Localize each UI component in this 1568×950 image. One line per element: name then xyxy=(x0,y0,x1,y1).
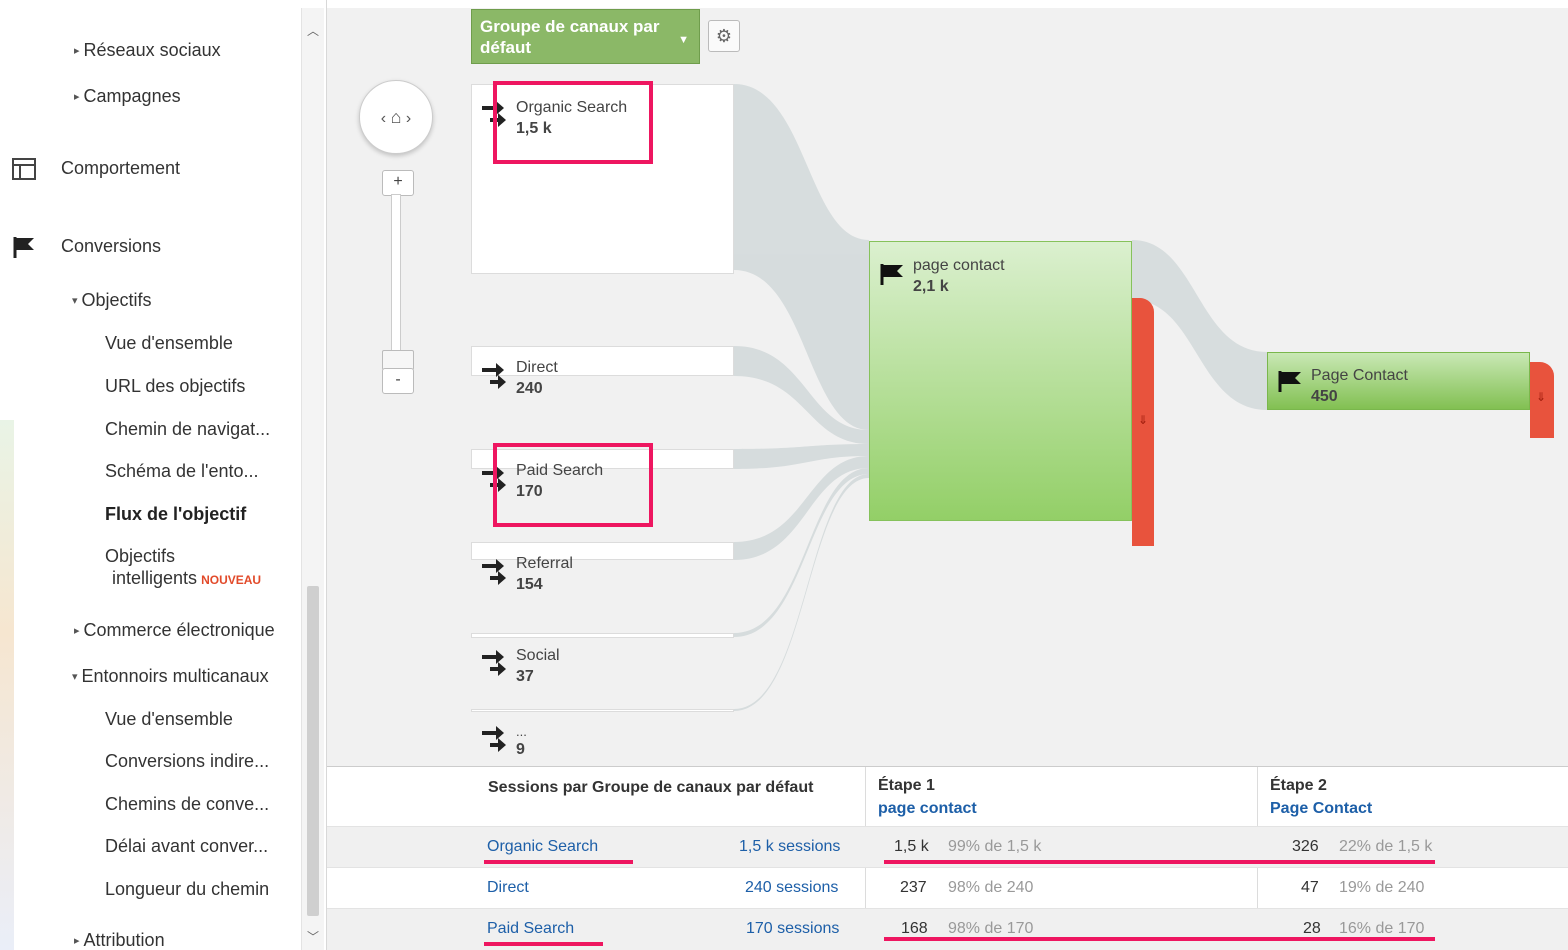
table-row: Direct 240 sessions 237 98% de 240 47 19… xyxy=(327,867,1568,909)
source-node-direct[interactable]: Direct 240 xyxy=(471,346,734,397)
sidebar-item-reseaux-sociaux[interactable]: ▸ Réseaux sociaux xyxy=(74,40,221,61)
step1-dropoff-bar[interactable]: ⇓ xyxy=(1132,298,1154,546)
sessions-count: 1,5 k sessions xyxy=(739,838,841,855)
pan-control[interactable]: ‹ ⌂ › xyxy=(359,80,433,154)
step1-percent: 98% de 240 xyxy=(948,879,1034,896)
sidebar-item-vue-ensemble[interactable]: Vue d'ensemble xyxy=(105,333,233,354)
table-header-step2-name: Page Contact xyxy=(1270,800,1373,817)
flag-icon xyxy=(13,237,34,258)
channel-link[interactable]: Direct xyxy=(487,879,529,897)
dropoff-arrow-icon: ⇓ xyxy=(1536,390,1547,404)
sidebar-item-objectifs-intelligents-line2[interactable]: intelligents NOUVEAU xyxy=(112,568,261,589)
dimension-selector-button[interactable]: Groupe de canaux par défaut ▼ xyxy=(471,9,700,64)
table-header-sessions: Sessions par Groupe de canaux par défaut xyxy=(488,779,814,796)
step1-count: 168 xyxy=(901,920,928,937)
sidebar-item-chemin-navigation[interactable]: Chemin de navigat... xyxy=(105,419,270,440)
pan-left-icon[interactable]: ‹ xyxy=(381,110,386,127)
sessions-count: 240 sessions xyxy=(745,879,839,896)
channel-link[interactable]: Paid Search xyxy=(487,920,574,938)
scroll-down-icon[interactable]: ﹀ xyxy=(302,928,324,945)
step1-count: 1,5 k xyxy=(894,838,929,855)
channel-arrows-icon xyxy=(482,363,506,389)
zoom-slider-handle[interactable] xyxy=(382,350,414,370)
highlight-underline xyxy=(884,860,1435,864)
chevron-down-icon: ▾ xyxy=(72,295,78,307)
chevron-down-icon: ▾ xyxy=(72,671,78,683)
channel-link[interactable]: Organic Search xyxy=(487,838,598,856)
sidebar-scrollbar[interactable]: ︿ ﹀ xyxy=(301,8,324,950)
sidebar-item-conversions-indirectes[interactable]: Conversions indire... xyxy=(105,751,269,772)
source-node-other[interactable]: ... 9 xyxy=(471,709,734,758)
sidebar-item-conversions[interactable]: Conversions xyxy=(61,236,161,257)
sidebar-item-mcf-vue-ensemble[interactable]: Vue d'ensemble xyxy=(105,709,233,730)
sessions-table: Sessions par Groupe de canaux par défaut… xyxy=(327,766,1568,950)
sidebar-item-comportement[interactable]: Comportement xyxy=(61,158,180,179)
sidebar-item-campagnes[interactable]: ▸ Campagnes xyxy=(74,86,181,107)
scrollbar-thumb[interactable] xyxy=(307,586,319,916)
sidebar-item-attribution[interactable]: ▸ Attribution xyxy=(74,930,165,950)
settings-gear-button[interactable]: ⚙ xyxy=(708,20,740,52)
source-node-referral[interactable]: Referral 154 xyxy=(471,542,734,593)
chevron-right-icon: ▸ xyxy=(74,935,80,947)
gear-icon: ⚙ xyxy=(715,26,733,46)
sidebar: ▸ Réseaux sociaux ▸ Campagnes Comportement… xyxy=(0,0,327,950)
highlight-paid-search xyxy=(493,443,653,527)
home-icon[interactable]: ⌂ xyxy=(391,107,402,127)
sidebar-item-objectifs-intelligents[interactable]: Objectifs xyxy=(105,546,175,567)
step2-dropoff-bar[interactable]: ⇓ xyxy=(1530,362,1554,438)
dropoff-arrow-icon: ⇓ xyxy=(1138,413,1149,427)
sidebar-item-objectifs[interactable]: ▾ Objectifs xyxy=(72,290,152,311)
sidebar-item-flux-objectif[interactable]: Flux de l'objectif xyxy=(105,504,246,525)
table-header-step1: Étape 1 xyxy=(878,777,935,794)
step1-node-page-contact[interactable]: page contact 2,1 k xyxy=(869,241,1132,521)
sidebar-item-commerce-electronique[interactable]: ▸ Commerce électronique xyxy=(74,620,275,641)
flag-icon xyxy=(880,264,903,285)
sidebar-item-schema-entonnoir[interactable]: Schéma de l'ento... xyxy=(105,461,259,482)
step1-count: 237 xyxy=(900,879,927,896)
table-header-step2: Étape 2 xyxy=(1270,777,1327,794)
source-node-social[interactable]: Social 37 xyxy=(471,633,734,685)
new-badge: NOUVEAU xyxy=(201,573,262,587)
step2-percent: 16% de 170 xyxy=(1339,920,1425,937)
highlight-organic-search xyxy=(493,81,653,164)
highlight-underline xyxy=(484,942,603,946)
zoom-out-button[interactable]: - xyxy=(382,368,414,394)
chevron-right-icon: ▸ xyxy=(74,45,80,57)
sidebar-edge-decoration xyxy=(0,420,14,950)
sidebar-item-entonnoirs-multicanaux[interactable]: ▾ Entonnoirs multicanaux xyxy=(72,666,269,687)
zoom-slider-track[interactable] xyxy=(391,194,401,368)
channel-arrows-icon xyxy=(482,559,506,585)
step1-percent: 99% de 1,5 k xyxy=(948,838,1042,855)
behavior-icon xyxy=(12,158,36,180)
caret-down-icon: ▼ xyxy=(678,34,689,46)
table-header-step1-name: page contact xyxy=(878,800,977,817)
sessions-count: 170 sessions xyxy=(746,920,840,937)
step2-count: 28 xyxy=(1303,920,1321,937)
step2-percent: 22% de 1,5 k xyxy=(1339,838,1433,855)
step2-node-page-contact[interactable]: Page Contact 450 xyxy=(1267,352,1530,410)
goal-flow-panel: Groupe de canaux par défaut ▼ ⚙ ‹ ⌂ › + … xyxy=(327,0,1568,950)
highlight-underline xyxy=(884,937,1435,941)
chevron-right-icon: ▸ xyxy=(74,91,80,103)
sidebar-item-chemins-conversion[interactable]: Chemins de conve... xyxy=(105,794,269,815)
pan-right-icon[interactable]: › xyxy=(406,110,411,127)
flag-icon xyxy=(1278,371,1301,392)
sidebar-item-longueur-chemin[interactable]: Longueur du chemin xyxy=(105,879,269,900)
sidebar-item-url-objectifs[interactable]: URL des objectifs xyxy=(105,376,245,397)
step2-percent: 19% de 240 xyxy=(1339,879,1425,896)
highlight-underline xyxy=(484,860,633,864)
zoom-in-button[interactable]: + xyxy=(382,170,414,196)
step1-percent: 98% de 170 xyxy=(948,920,1034,937)
step2-count: 326 xyxy=(1292,838,1319,855)
step2-count: 47 xyxy=(1301,879,1319,896)
chevron-right-icon: ▸ xyxy=(74,625,80,637)
channel-arrows-icon xyxy=(482,726,506,752)
sidebar-item-delai-conversion[interactable]: Délai avant conver... xyxy=(105,836,268,857)
channel-arrows-icon xyxy=(482,650,506,676)
scroll-up-icon[interactable]: ︿ xyxy=(302,22,324,39)
